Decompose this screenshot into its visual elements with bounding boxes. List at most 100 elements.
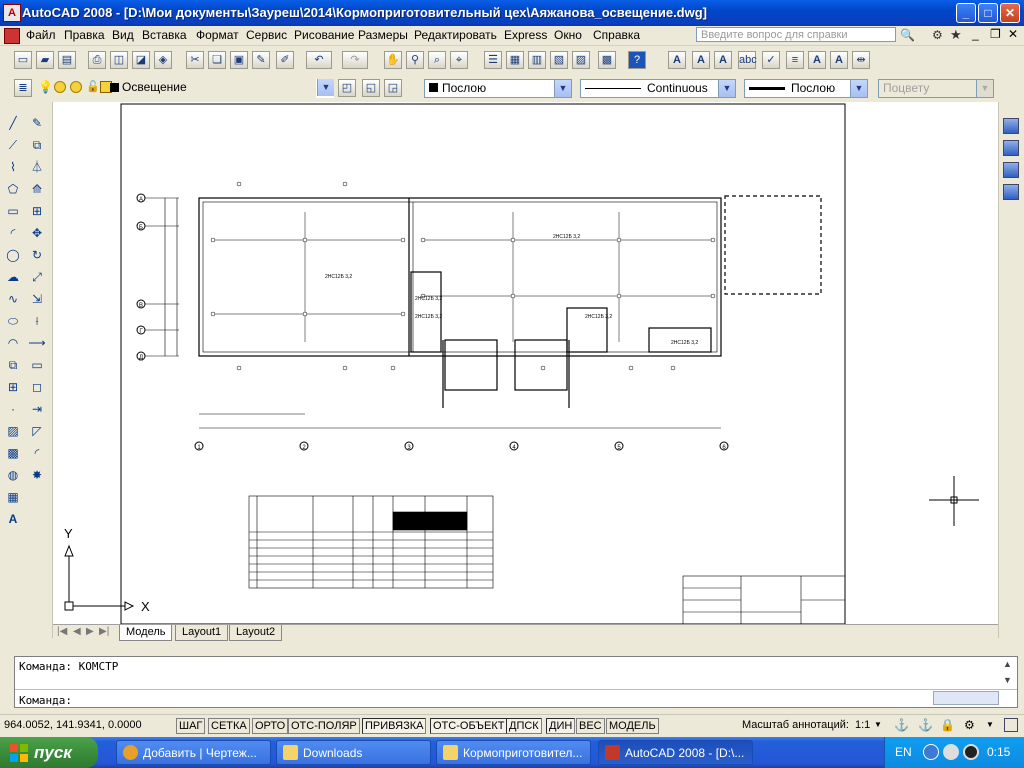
close-button[interactable]: ✕: [1000, 3, 1020, 23]
bring-above-icon[interactable]: [1003, 162, 1019, 178]
mirror-icon[interactable]: ⏃: [28, 158, 46, 176]
copy-object-icon[interactable]: ⧉: [28, 136, 46, 154]
taskbar-item-autocad[interactable]: AutoCAD 2008 - [D:\...: [598, 740, 753, 765]
taskbar-item-downloads[interactable]: Downloads: [276, 740, 431, 765]
bring-to-front-icon[interactable]: [1003, 118, 1019, 134]
design-center-icon[interactable]: ▦: [506, 51, 524, 69]
tab-scroll-prev-icon[interactable]: ◀: [73, 626, 81, 637]
menu-format[interactable]: Формат: [196, 28, 239, 42]
lightbulb-icon[interactable]: 💡: [38, 80, 53, 94]
make-object-layer-current-icon[interactable]: ◰: [338, 79, 356, 97]
menu-edit[interactable]: Правка: [64, 28, 105, 42]
line-icon[interactable]: ╱: [4, 114, 22, 132]
menu-draw[interactable]: Рисование: [294, 28, 354, 42]
array-icon[interactable]: ⊞: [28, 202, 46, 220]
annotation-visibility-icon[interactable]: ⚓: [894, 718, 909, 732]
grid-toggle[interactable]: СЕТКА: [208, 718, 250, 734]
insert-block-icon[interactable]: ⧉: [4, 356, 22, 374]
zoom-window-icon[interactable]: ⌕: [428, 51, 446, 69]
lineweight-dropdown[interactable]: Послою ▼: [744, 79, 868, 98]
point-icon[interactable]: ·: [4, 400, 22, 418]
send-under-icon[interactable]: [1003, 184, 1019, 200]
extend-icon[interactable]: ⟶: [28, 334, 46, 352]
redo-icon[interactable]: ↷: [342, 51, 368, 69]
block-editor-icon[interactable]: ✐: [276, 51, 294, 69]
sun-freeze-icon[interactable]: [54, 81, 66, 93]
make-block-icon[interactable]: ⊞: [4, 378, 22, 396]
minimize-button[interactable]: _: [956, 3, 976, 23]
spline-icon[interactable]: ∿: [4, 290, 22, 308]
ortho-toggle[interactable]: ОРТО: [252, 718, 289, 734]
ellipse-icon[interactable]: ⬭: [4, 312, 22, 330]
antivirus-icon[interactable]: [963, 744, 979, 760]
communication-center-icon[interactable]: ⚙: [932, 28, 943, 42]
search-icon[interactable]: 🔍: [900, 28, 915, 42]
doc-restore-button[interactable]: ❐: [990, 27, 1001, 41]
text-edit-icon[interactable]: A: [692, 51, 710, 69]
help-icon[interactable]: ?: [628, 51, 646, 69]
taskbar-item-browser[interactable]: Добавить | Чертеж...: [116, 740, 271, 765]
polygon-icon[interactable]: ⬠: [4, 180, 22, 198]
match-properties-icon[interactable]: ✎: [252, 51, 270, 69]
command-window[interactable]: Команда: КОМСТР Команда: ▲ ▼: [14, 656, 1018, 708]
table-icon[interactable]: ▦: [4, 488, 22, 506]
move-icon[interactable]: ✥: [28, 224, 46, 242]
tab-layout1[interactable]: Layout1: [175, 625, 229, 641]
menu-view[interactable]: Вид: [112, 28, 134, 42]
pan-icon[interactable]: ✋: [384, 51, 402, 69]
language-indicator[interactable]: EN: [895, 745, 912, 759]
offset-icon[interactable]: ⟰: [28, 180, 46, 198]
break-at-point-icon[interactable]: ▭: [28, 356, 46, 374]
maximize-button[interactable]: □: [978, 3, 998, 23]
menu-insert[interactable]: Вставка: [142, 28, 187, 42]
horizontal-scrollbar[interactable]: [933, 691, 999, 705]
circle-icon[interactable]: ◯: [4, 246, 22, 264]
layer-previous-icon[interactable]: ◱: [362, 79, 380, 97]
title-bar[interactable]: A AutoCAD 2008 - [D:\Мои документы\Зауре…: [0, 0, 1024, 26]
markup-icon[interactable]: ▨: [572, 51, 590, 69]
menu-window[interactable]: Окно: [554, 28, 582, 42]
tray-arrow-icon[interactable]: [923, 744, 939, 760]
chevron-down-icon[interactable]: ▼: [850, 80, 867, 97]
chevron-down-icon[interactable]: ▼: [718, 80, 735, 97]
spell-check-icon[interactable]: ✓: [762, 51, 780, 69]
break-icon[interactable]: ◻: [28, 378, 46, 396]
speaker-icon[interactable]: [943, 744, 959, 760]
chevron-down-icon[interactable]: ▼: [976, 80, 993, 97]
tab-model[interactable]: Модель: [119, 625, 173, 641]
open-icon[interactable]: ▰: [36, 51, 54, 69]
region-icon[interactable]: ◍: [4, 466, 22, 484]
text-scale-icon[interactable]: A: [714, 51, 732, 69]
tray-settings-icon[interactable]: ⚙: [964, 718, 975, 732]
tool-palettes-icon[interactable]: ▥: [528, 51, 546, 69]
new-icon[interactable]: ▭: [14, 51, 32, 69]
menu-dimension[interactable]: Размеры: [358, 28, 408, 42]
polyline-icon[interactable]: ⌇: [4, 158, 22, 176]
start-button[interactable]: пуск: [0, 737, 98, 768]
fillet-icon[interactable]: ◜: [28, 444, 46, 462]
rectangle-icon[interactable]: ▭: [4, 202, 22, 220]
text-style-icon[interactable]: A: [668, 51, 686, 69]
doc-minimize-button[interactable]: _: [972, 27, 979, 41]
find-replace-icon[interactable]: abc: [738, 51, 757, 69]
join-icon[interactable]: ⇥: [28, 400, 46, 418]
taskbar-item-folder[interactable]: Кормоприготовител...: [436, 740, 591, 765]
hatch-icon[interactable]: ▨: [4, 422, 22, 440]
dyn-toggle[interactable]: ДИН: [546, 718, 576, 734]
cut-icon[interactable]: ✂: [186, 51, 204, 69]
linetype-dropdown[interactable]: Continuous ▼: [580, 79, 736, 98]
snap-toggle[interactable]: ШАГ: [176, 718, 206, 734]
text-fit-icon[interactable]: ⇹: [852, 51, 870, 69]
annotation-scale-value[interactable]: 1:1: [855, 719, 870, 731]
status-menu-icon[interactable]: ▼: [986, 720, 994, 729]
calculator-icon[interactable]: ▩: [598, 51, 616, 69]
send-to-back-icon[interactable]: [1003, 140, 1019, 156]
chevron-down-icon[interactable]: ▼: [554, 80, 571, 97]
model-toggle[interactable]: МОДЕЛЬ: [606, 718, 659, 734]
help-search-input[interactable]: Введите вопрос для справки: [696, 27, 896, 42]
rotate-icon[interactable]: ↻: [28, 246, 46, 264]
polar-toggle[interactable]: ОТС-ПОЛЯР: [288, 718, 360, 734]
copy-icon[interactable]: ❏: [208, 51, 226, 69]
auto-scale-icon[interactable]: ⚓: [918, 718, 933, 732]
tab-scroll-next-icon[interactable]: ▶: [86, 626, 94, 637]
